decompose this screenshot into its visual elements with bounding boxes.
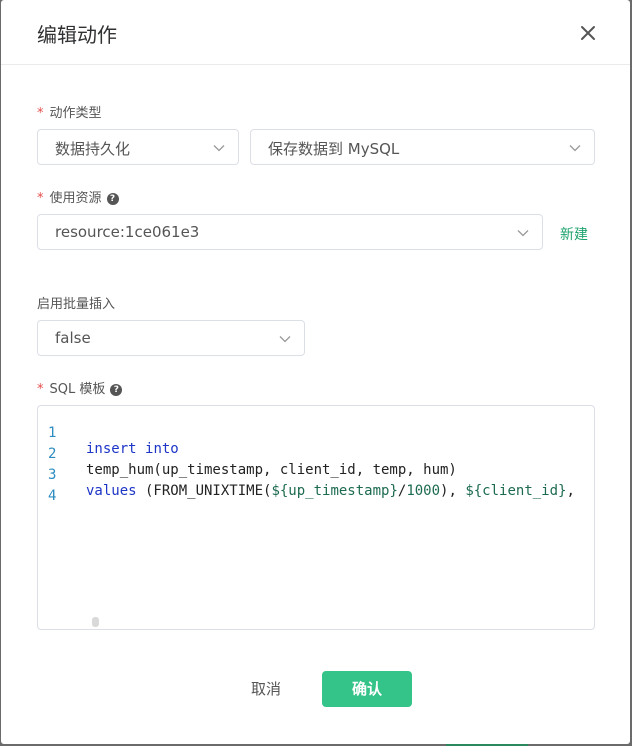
action-target-select[interactable]: 保存数据到 MySQL <box>250 129 595 165</box>
resource-value: resource:1ce061e3 <box>55 223 200 241</box>
edit-action-dialog: 编辑动作 * 动作类型 数据持久化 保存数据到 MySQL * 使用资源? reso… <box>1 0 630 744</box>
sql-template-label-text: SQL 模板 <box>49 382 106 397</box>
batch-insert-select[interactable]: false <box>37 320 305 356</box>
code-line: 3 values (FROM_UNIXTIME(${up_timestamp}/… <box>38 451 594 499</box>
action-target-value: 保存数据到 MySQL <box>268 140 400 158</box>
sql-template-label: * SQL 模板? <box>37 378 123 397</box>
batch-insert-value: false <box>55 329 91 347</box>
action-category-value: 数据持久化 <box>55 140 131 158</box>
help-icon[interactable]: ? <box>106 193 119 205</box>
action-type-label-text: 动作类型 <box>49 106 102 121</box>
chevron-down-icon <box>279 336 291 343</box>
line-number: 4 <box>48 488 57 504</box>
help-icon[interactable]: ? <box>110 384 123 396</box>
resource-select[interactable]: resource:1ce061e3 <box>37 214 543 250</box>
dialog-title: 编辑动作 <box>37 23 117 47</box>
horizontal-scrollbar[interactable] <box>92 617 99 627</box>
code-line: 2 temp_hum(up_timestamp, client_id, temp… <box>38 430 594 478</box>
close-icon[interactable] <box>576 21 600 45</box>
required-mark: * <box>37 191 44 206</box>
required-mark: * <box>37 382 44 397</box>
resource-label: * 使用资源? <box>37 187 119 206</box>
required-mark: * <box>37 106 44 121</box>
resource-label-text: 使用资源 <box>49 191 102 206</box>
batch-insert-label: 启用批量插入 <box>37 297 116 312</box>
dialog-header: 编辑动作 <box>1 0 630 65</box>
new-resource-link[interactable]: 新建 <box>560 224 588 244</box>
chevron-down-icon <box>213 145 225 152</box>
code-line: 1 insert into <box>38 409 594 457</box>
chevron-down-icon <box>517 230 529 237</box>
sql-code-editor[interactable]: 1 insert into 2 temp_hum(up_timestamp, c… <box>37 405 595 630</box>
code-line: 4 <box>38 472 594 504</box>
cancel-button[interactable]: 取消 <box>236 671 296 707</box>
chevron-down-icon <box>569 145 581 152</box>
action-category-select[interactable]: 数据持久化 <box>37 129 239 165</box>
action-type-label: * 动作类型 <box>37 102 102 121</box>
confirm-button[interactable]: 确认 <box>322 671 412 707</box>
